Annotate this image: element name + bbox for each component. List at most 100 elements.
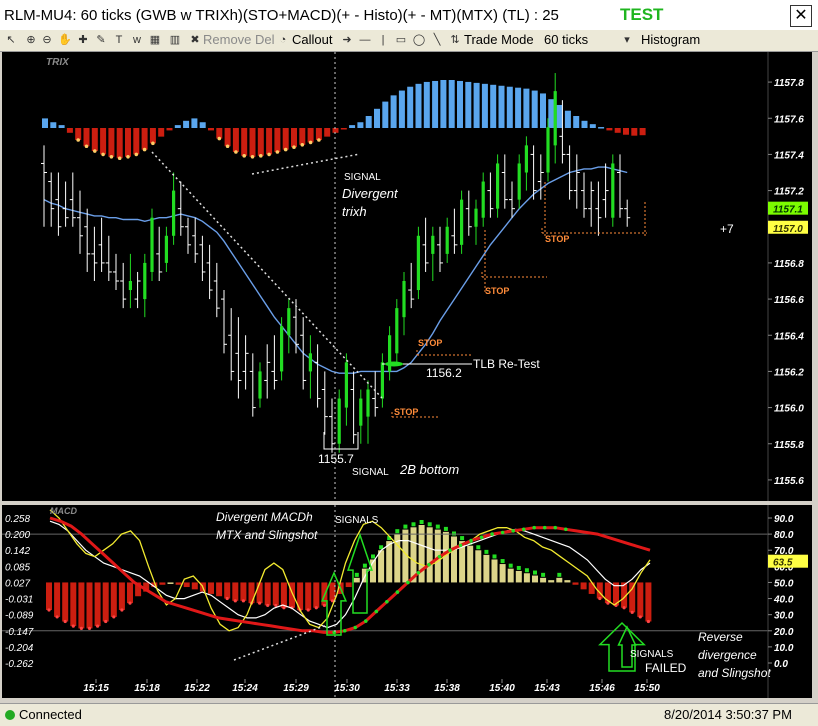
trix-histogram-bar xyxy=(589,124,596,128)
status-datetime: 8/20/2014 3:50:37 PM xyxy=(664,707,792,722)
trix-histogram-bar xyxy=(448,80,455,128)
trix-dot xyxy=(151,141,155,146)
oscillator-chart-panel[interactable]: MACD Divergent MACDh MTX and Slingshot SIGN… xyxy=(2,505,812,698)
oscillator-annotation: Divergent MACDh xyxy=(216,510,313,524)
zoom-in-icon[interactable]: ⊕ xyxy=(24,33,38,47)
macd-histogram-bar xyxy=(70,582,77,627)
trix-histogram-bar xyxy=(623,128,629,135)
macd-histogram-bar xyxy=(110,582,117,617)
ellipse-icon[interactable]: ◯ xyxy=(412,33,426,47)
trix-divergence-line xyxy=(251,153,361,175)
trix-histogram-bar xyxy=(556,104,563,128)
price-annotation: 2B bottom xyxy=(399,462,459,477)
price-chart-panel[interactable]: TRIX SIGNAL Divergent trixh TLB Re-Test 1156.… xyxy=(2,52,812,501)
trix-dot xyxy=(250,155,255,159)
callout-button[interactable]: Callout xyxy=(292,32,332,47)
retest-marker xyxy=(385,361,403,367)
trix-histogram-bar xyxy=(100,128,107,155)
hand-icon[interactable]: ✋ xyxy=(58,33,72,47)
macd-line-dot xyxy=(416,570,421,575)
macd-histogram-bar xyxy=(483,554,490,583)
price-annotation: STOP xyxy=(394,407,418,417)
cursor-icon[interactable]: ↖ xyxy=(4,33,18,47)
histogram-button[interactable]: Histogram xyxy=(641,32,700,47)
macd-dot xyxy=(411,522,416,527)
crosshair-icon[interactable]: ✚ xyxy=(76,33,90,47)
time-tick-label: 15:40 xyxy=(489,683,515,694)
macd-histogram-bar xyxy=(191,582,198,590)
macd-histogram-bar xyxy=(637,582,644,617)
macd-dot xyxy=(533,570,537,575)
trix-dot xyxy=(117,156,122,161)
price-bar-up xyxy=(611,163,615,218)
close-button[interactable]: ✕ xyxy=(790,5,812,27)
macd-histogram-bar xyxy=(451,536,457,583)
trade-mode-icon[interactable]: ⇅ xyxy=(448,33,462,47)
macd-line-dot xyxy=(563,527,568,532)
vline-icon[interactable]: | xyxy=(376,33,390,47)
oscillator-annotation: SIGNALS xyxy=(335,515,379,526)
macd-histogram-bar xyxy=(248,582,255,604)
macd-line-dot xyxy=(395,590,400,594)
oscillator-tick-label: 0.0 xyxy=(774,659,788,670)
price-bar-up xyxy=(258,371,262,399)
macd-dot xyxy=(403,524,408,529)
price-chart: TRIX SIGNAL Divergent trixh TLB Re-Test 1156.… xyxy=(41,52,808,501)
chart-toolbar: ↖ ⊕ ⊖ ✋ ✚ ✎ T w ▦ ▥ ✖ Remove Del ◔ Callo… xyxy=(0,30,818,52)
line-icon[interactable]: ╲ xyxy=(430,33,444,47)
trix-histogram-bar xyxy=(432,80,439,128)
eraser-icon[interactable]: ✖ xyxy=(188,33,202,47)
connection-indicator-icon xyxy=(5,710,15,720)
macd-histogram-bar xyxy=(499,564,506,583)
macd-line-dot xyxy=(553,525,558,530)
price-annotation: STOP xyxy=(545,234,569,244)
arrow-right-icon[interactable]: ➜ xyxy=(340,33,354,47)
price-bar-up xyxy=(496,163,500,209)
trix-histogram-bar xyxy=(440,80,447,128)
bars-icon[interactable]: ▥ xyxy=(168,33,182,47)
macd-dot xyxy=(524,568,529,573)
callout-icon[interactable]: ◔ xyxy=(276,33,290,47)
macd-histogram-bar xyxy=(345,582,352,588)
histogram-dropdown-icon[interactable]: ▾ xyxy=(620,33,634,47)
macd-histogram-bar xyxy=(224,582,231,599)
trix-dot xyxy=(259,154,263,158)
pencil-icon[interactable]: ✎ xyxy=(94,33,108,47)
trix-dot xyxy=(234,150,238,154)
trix-histogram-bar xyxy=(457,80,463,128)
macd-dot xyxy=(557,572,562,577)
trix-dot xyxy=(93,149,97,153)
macd-histogram-bar xyxy=(78,582,85,629)
price-annotation: TLB Re-Test xyxy=(473,357,540,371)
price-tick-label: 1156.6 xyxy=(774,295,804,306)
trade-mode-button[interactable]: Trade Mode xyxy=(464,32,534,47)
trix-histogram-bar xyxy=(91,128,98,152)
trix-dot xyxy=(101,152,105,157)
macd-histogram-bar xyxy=(167,582,174,584)
macd-histogram-bar xyxy=(256,582,263,604)
remove-del-button[interactable]: Remove Del xyxy=(203,32,275,47)
trix-histogram-bar xyxy=(307,128,314,143)
trix-histogram-bar xyxy=(473,82,480,128)
text-icon[interactable]: T xyxy=(112,33,126,47)
price-bar-up xyxy=(474,208,478,227)
macd-line-dot xyxy=(479,535,484,540)
hline-icon[interactable]: — xyxy=(358,33,372,47)
zoom-out-icon[interactable]: ⊖ xyxy=(40,33,54,47)
macd-dot xyxy=(104,619,108,624)
w-tool-icon[interactable]: w xyxy=(130,33,144,47)
macd-dot xyxy=(112,615,116,619)
macd-histogram-bar xyxy=(62,582,69,622)
grid-icon[interactable]: ▦ xyxy=(148,33,162,47)
price-bar-up xyxy=(553,91,557,146)
time-tick-label: 15:43 xyxy=(534,683,560,694)
window-title: RLM-MU4: 60 ticks (GWB w TRIXh)(STO+MACD… xyxy=(4,7,559,24)
price-annotation: STOP xyxy=(418,338,442,348)
macd-dot xyxy=(541,572,546,577)
macd-dot xyxy=(282,606,286,610)
period-selector[interactable]: 60 ticks xyxy=(544,32,588,47)
price-tick-label: 1155.6 xyxy=(774,476,804,487)
macd-dot xyxy=(452,531,456,536)
macd-line-dot xyxy=(500,530,505,535)
rectangle-icon[interactable]: ▭ xyxy=(394,33,408,47)
